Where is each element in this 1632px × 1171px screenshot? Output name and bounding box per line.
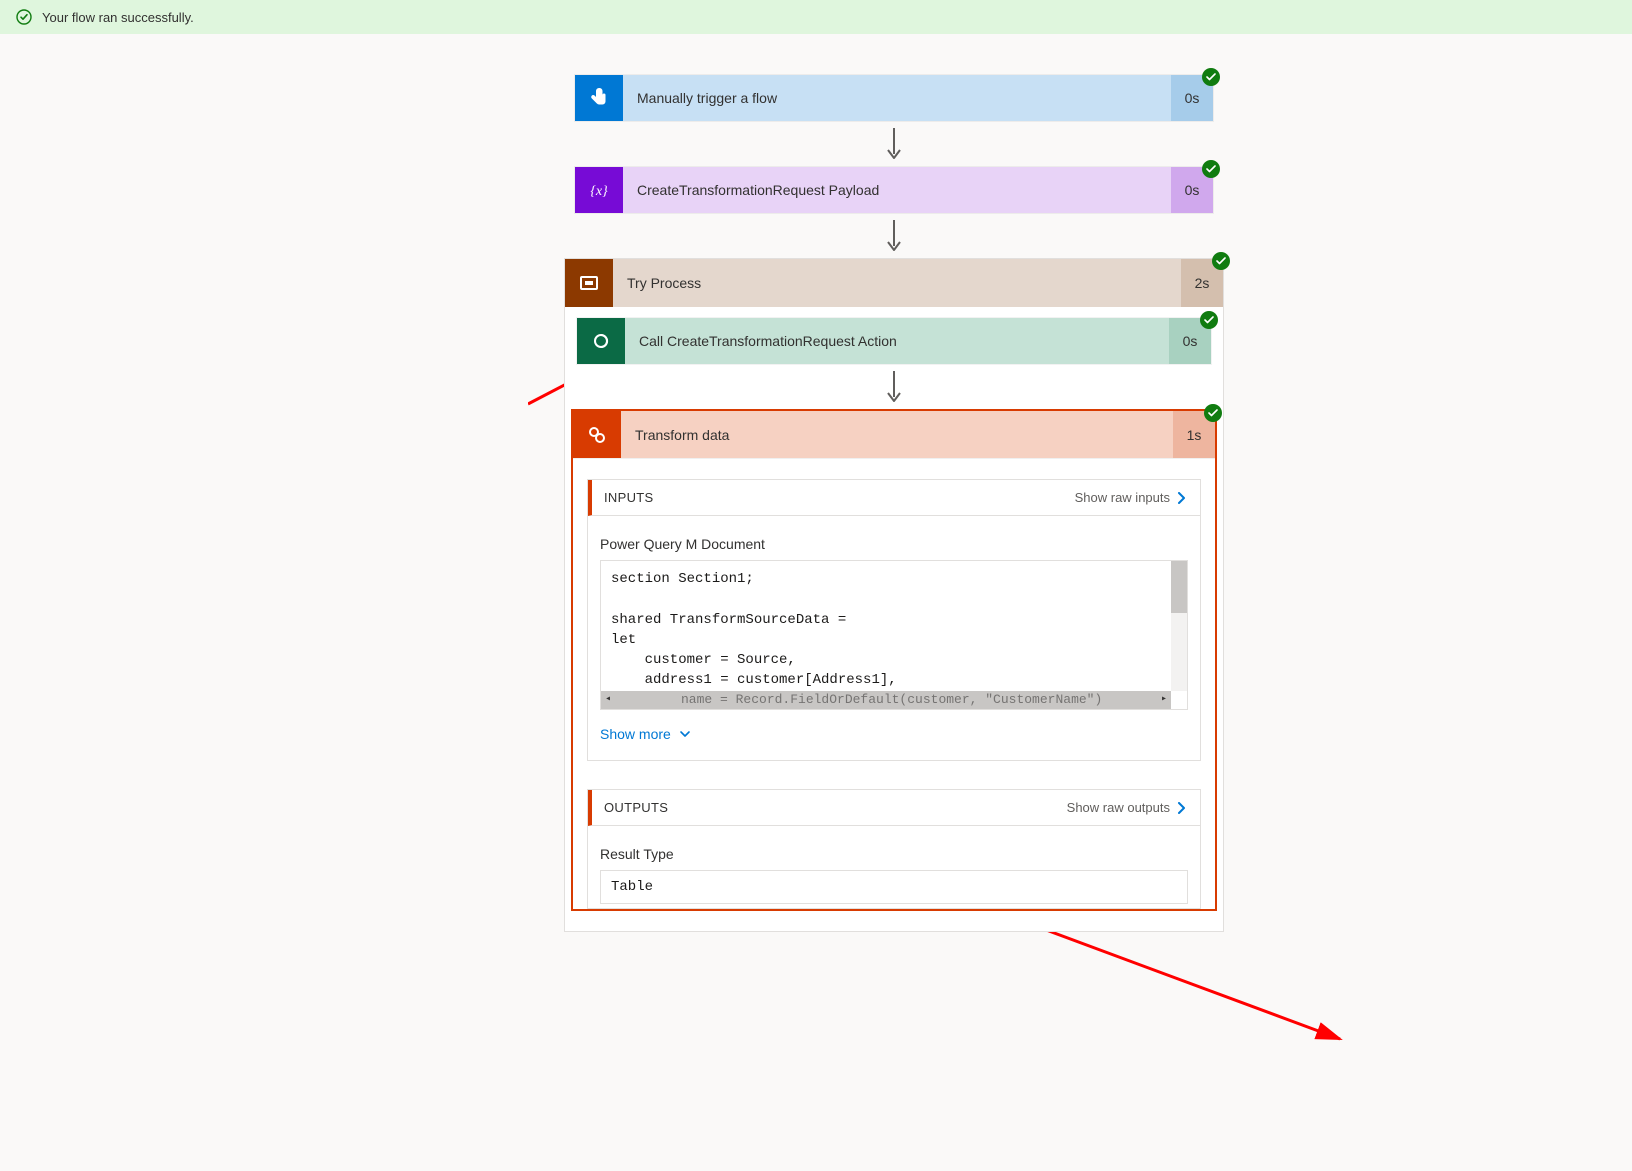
variable-icon: {x} [575, 167, 623, 213]
transform-step[interactable]: Transform data 1s [573, 411, 1215, 459]
connector-arrow-icon [884, 365, 904, 409]
show-more-link[interactable]: Show more [600, 726, 1188, 742]
chevron-down-icon [679, 728, 691, 740]
success-badge-icon [1202, 160, 1220, 178]
variable-step[interactable]: {x} CreateTransformationRequest Payload … [574, 166, 1214, 214]
scope-icon [565, 259, 613, 307]
outputs-header-title: OUTPUTS [604, 800, 668, 815]
chevron-right-icon [1176, 492, 1188, 504]
transform-step-expanded: Transform data 1s INPUTS Show raw inputs [571, 409, 1217, 911]
success-badge-icon [1202, 68, 1220, 86]
code-viewer[interactable]: section Section1; shared TransformSource… [600, 560, 1188, 710]
result-type-value: Table [600, 870, 1188, 904]
touch-icon [575, 75, 623, 121]
step-title: CreateTransformationRequest Payload [623, 167, 1171, 213]
success-badge-icon [1204, 404, 1222, 422]
dataverse-action-step[interactable]: Call CreateTransformationRequest Action … [576, 317, 1212, 365]
svg-text:{x}: {x} [590, 184, 608, 199]
step-title: Manually trigger a flow [623, 75, 1171, 121]
banner-message: Your flow ran successfully. [42, 10, 194, 25]
chevron-right-icon [1176, 802, 1188, 814]
inputs-field-label: Power Query M Document [600, 536, 1188, 552]
inputs-panel: INPUTS Show raw inputs Power Query M Doc… [587, 479, 1201, 761]
transform-icon [573, 411, 621, 458]
success-banner: Your flow ran successfully. [0, 0, 1632, 34]
show-raw-outputs-link[interactable]: Show raw outputs [1067, 800, 1188, 815]
success-badge-icon [1200, 311, 1218, 329]
trigger-step[interactable]: Manually trigger a flow 0s [574, 74, 1214, 122]
scope-container: Try Process 2s Call CreateTransformation… [564, 258, 1224, 932]
connector-arrow-icon [884, 214, 904, 258]
connector-arrow-icon [884, 122, 904, 166]
scrollbar-vertical[interactable] [1171, 561, 1187, 691]
dataverse-icon [577, 318, 625, 364]
show-raw-inputs-link[interactable]: Show raw inputs [1075, 490, 1188, 505]
success-badge-icon [1212, 252, 1230, 270]
inputs-header-title: INPUTS [604, 490, 653, 505]
scope-step[interactable]: Try Process 2s [565, 259, 1223, 307]
outputs-panel: OUTPUTS Show raw outputs Result Type Tab… [587, 789, 1201, 909]
scrollbar-horizontal[interactable]: name = Record.FieldOrDefault(customer, "… [601, 691, 1171, 709]
outputs-field-label: Result Type [600, 846, 1188, 862]
step-title: Try Process [613, 259, 1181, 307]
red-arrow-icon [1010, 924, 1370, 1054]
step-title: Call CreateTransformationRequest Action [625, 318, 1169, 364]
step-title: Transform data [621, 411, 1173, 458]
flow-canvas: Manually trigger a flow 0s {x} CreateTra… [0, 34, 1632, 932]
check-circle-icon [16, 9, 32, 25]
